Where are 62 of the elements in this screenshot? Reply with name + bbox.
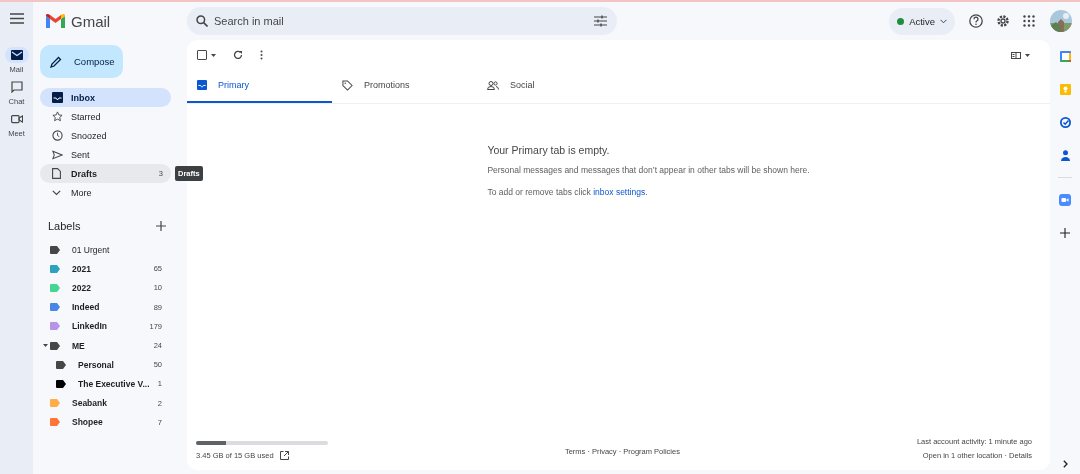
chevron-down-icon <box>940 18 947 24</box>
inbox-icon <box>197 80 207 90</box>
empty-hint: To add or remove tabs click inbox settings. <box>487 187 649 197</box>
label-item[interactable]: Personal <box>78 359 154 370</box>
nav-item[interactable]: More <box>40 183 171 202</box>
filter-icon[interactable] <box>594 15 607 27</box>
menu-icon[interactable] <box>9 13 24 24</box>
video-camera-icon[interactable] <box>1059 194 1071 206</box>
settings-icon[interactable] <box>996 14 1010 28</box>
nav-item[interactable]: Sent <box>40 145 171 164</box>
caret-icon[interactable] <box>1025 53 1030 57</box>
label-item[interactable]: 2022 <box>72 282 154 293</box>
video-camera-icon <box>10 114 23 124</box>
search-icon[interactable] <box>196 15 208 27</box>
person-icon[interactable] <box>1060 150 1070 161</box>
label-item[interactable]: Shopee <box>72 417 158 428</box>
clock-icon <box>52 130 63 141</box>
calendar-icon[interactable] <box>1059 51 1071 62</box>
label-item[interactable]: The Executive V... <box>78 378 158 389</box>
category-tab[interactable]: Social <box>477 69 622 103</box>
m-logo-icon <box>46 14 65 28</box>
people-icon <box>487 80 499 90</box>
check-circle-icon[interactable] <box>1059 117 1071 128</box>
compose-button[interactable]: Compose <box>40 45 123 78</box>
label-item[interactable]: LinkedIn <box>72 321 150 332</box>
chevron-down-icon <box>52 189 61 196</box>
help-icon[interactable] <box>969 14 983 28</box>
caret-icon[interactable] <box>43 343 48 349</box>
chevron-right-icon[interactable] <box>1062 460 1068 468</box>
label-item[interactable]: 01 Urgent <box>72 244 162 255</box>
category-tab[interactable]: Primary <box>187 69 332 103</box>
labels-heading: Labels <box>48 220 81 232</box>
document-icon <box>52 168 61 179</box>
label-item[interactable]: ME <box>72 340 154 351</box>
label-item[interactable]: Indeed <box>72 302 154 313</box>
nav-item[interactable]: Snoozed <box>40 126 171 145</box>
apps-grid-icon[interactable] <box>1023 15 1035 27</box>
status-button[interactable]: Active <box>889 7 955 35</box>
nav-item[interactable]: Starred <box>40 107 171 126</box>
pencil-icon <box>50 55 62 68</box>
add-icon[interactable] <box>1060 228 1070 238</box>
external-link-icon[interactable] <box>279 451 289 460</box>
search-field[interactable]: Search in mail <box>187 7 617 35</box>
add-icon[interactable] <box>156 221 166 231</box>
tag-icon <box>342 79 353 91</box>
label-item[interactable]: 2021 <box>72 263 154 274</box>
chat-icon <box>10 81 23 93</box>
more-vert-icon[interactable] <box>260 50 263 60</box>
send-icon <box>52 149 63 160</box>
split-pane-icon[interactable] <box>1011 51 1021 59</box>
mail-icon <box>10 50 23 60</box>
app-name: Gmail <box>71 12 111 30</box>
select-checkbox[interactable] <box>197 50 207 60</box>
refresh-icon[interactable] <box>233 50 243 60</box>
empty-message: Personal messages and messages that don’t appear in other tabs will be shown here. <box>487 165 810 175</box>
inbox-icon <box>52 92 63 103</box>
caret-icon[interactable] <box>211 53 216 57</box>
label-item[interactable]: Seabank <box>72 398 158 409</box>
empty-title: Your Primary tab is empty. <box>487 144 611 156</box>
nav-item[interactable]: Inbox <box>40 88 171 107</box>
star-icon <box>52 111 63 122</box>
category-tab[interactable]: Promotions <box>332 69 477 103</box>
